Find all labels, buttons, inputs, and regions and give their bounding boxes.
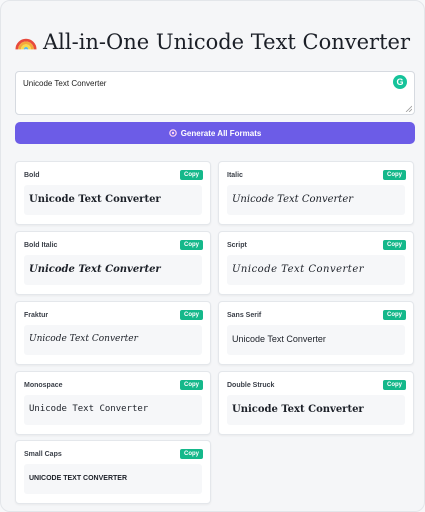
format-card-fraktur: Fraktur Copy Unicode Text Converter xyxy=(15,301,211,365)
page-title: All-in-One Unicode Text Converter xyxy=(15,27,410,57)
rainbow-icon xyxy=(15,38,37,50)
copy-button-bold[interactable]: Copy xyxy=(180,170,203,180)
format-card-small-caps: Small Caps Copy UNICODE TEXT CONVERTER xyxy=(15,440,211,504)
format-card-double-struck: Double Struck Copy Unicode Text Converte… xyxy=(218,371,414,435)
format-output-text: Unicode Text Converter xyxy=(232,334,326,344)
format-output-text: Unicode Text Converter xyxy=(232,194,354,205)
format-output-text: UNICODE TEXT CONVERTER xyxy=(29,475,128,482)
generate-all-button[interactable]: Generate All Formats xyxy=(15,122,415,144)
format-card-bold-italic: Bold Italic Copy Unicode Text Converter xyxy=(15,231,211,295)
format-card-italic: Italic Copy Unicode Text Converter xyxy=(218,161,414,225)
format-name: Monospace xyxy=(24,382,63,389)
format-output: Unicode Text Converter xyxy=(24,395,202,425)
page-title-text: All-in-One Unicode Text Converter xyxy=(43,30,410,54)
format-output: Unicode Text Converter xyxy=(24,185,202,215)
copy-button-double-struck[interactable]: Copy xyxy=(383,380,406,390)
copy-button-fraktur[interactable]: Copy xyxy=(180,310,203,320)
format-output-text: Unicode Text Converter xyxy=(29,404,149,414)
copy-button-italic[interactable]: Copy xyxy=(383,170,406,180)
format-card-monospace: Monospace Copy Unicode Text Converter xyxy=(15,371,211,435)
generate-all-label: Generate All Formats xyxy=(180,128,262,138)
format-name: Bold xyxy=(24,172,40,179)
copy-button-sans-serif[interactable]: Copy xyxy=(383,310,406,320)
format-output-text: Unicode Text Converter xyxy=(29,264,161,275)
resize-handle-icon[interactable] xyxy=(405,105,412,112)
format-output: Unicode Text Converter xyxy=(227,255,405,285)
format-output-text: Unicode Text Converter xyxy=(232,264,365,275)
format-name: Italic xyxy=(227,172,243,179)
format-card-sans-serif: Sans Serif Copy Unicode Text Converter xyxy=(218,301,414,365)
copy-button-script[interactable]: Copy xyxy=(383,240,406,250)
format-output: Unicode Text Converter xyxy=(227,325,405,355)
copy-button-bold-italic[interactable]: Copy xyxy=(180,240,203,250)
format-output: Unicode Text Converter xyxy=(227,185,405,215)
text-input[interactable]: Unicode Text Converter G xyxy=(15,71,415,115)
format-name: Script xyxy=(227,242,247,249)
format-name: Small Caps xyxy=(24,451,62,458)
format-card-bold: Bold Copy Unicode Text Converter xyxy=(15,161,211,225)
copy-button-small-caps[interactable]: Copy xyxy=(180,449,203,459)
format-output: Unicode Text Converter xyxy=(24,255,202,285)
format-output: Unicode Text Converter xyxy=(24,325,202,355)
text-input-value: Unicode Text Converter xyxy=(23,79,107,88)
format-name: Fraktur xyxy=(24,312,49,319)
format-output: Unicode Text Converter xyxy=(227,395,405,425)
converter-panel: All-in-One Unicode Text Converter Unicod… xyxy=(0,0,425,512)
format-name: Double Struck xyxy=(227,382,275,389)
grammarly-icon[interactable]: G xyxy=(393,75,407,89)
format-name: Bold Italic xyxy=(24,242,58,249)
format-output-text: Unicode Text Converter xyxy=(232,404,364,415)
sparkle-icon xyxy=(168,129,177,137)
format-output-text: Unicode Text Converter xyxy=(29,194,161,205)
format-name: Sans Serif xyxy=(227,312,262,319)
format-output: UNICODE TEXT CONVERTER xyxy=(24,464,202,494)
format-card-script: Script Copy Unicode Text Converter xyxy=(218,231,414,295)
format-output-text: Unicode Text Converter xyxy=(29,334,138,344)
copy-button-monospace[interactable]: Copy xyxy=(180,380,203,390)
